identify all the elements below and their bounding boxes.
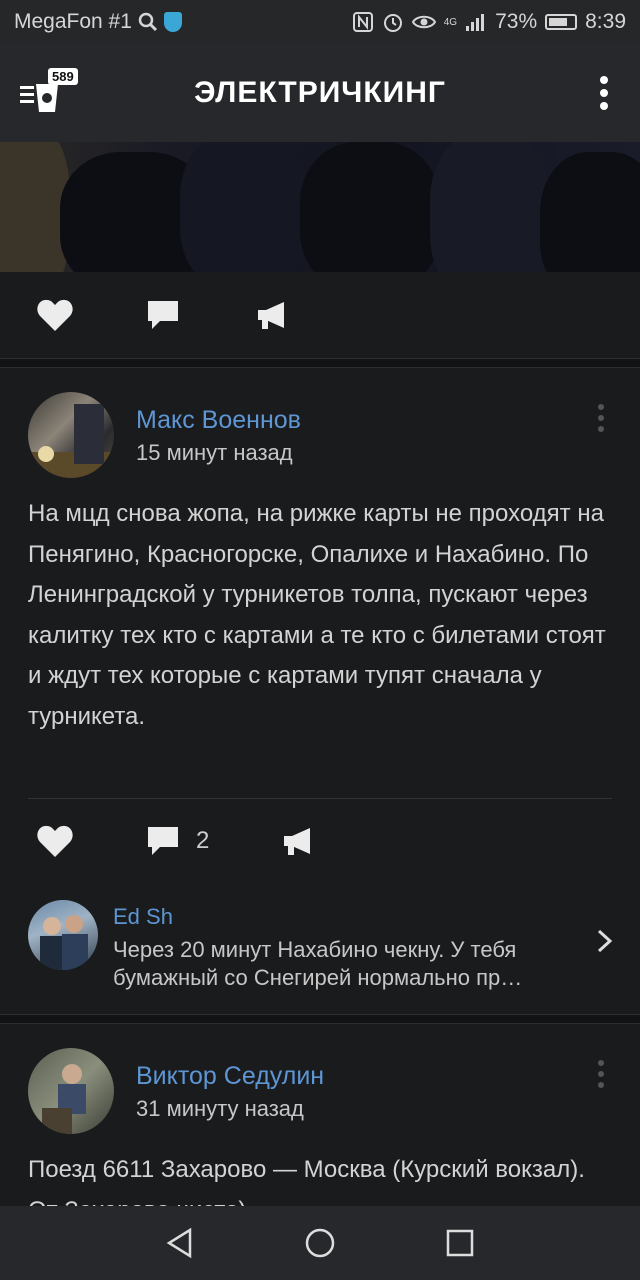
alarm-icon: [383, 14, 402, 32]
comment-button[interactable]: [146, 299, 256, 331]
system-nav-bar: [0, 1206, 640, 1280]
battery-label: 73%: [495, 10, 538, 33]
page-title: ЭЛЕКТРИЧКИНГ: [194, 76, 446, 109]
avatar[interactable]: [28, 1048, 114, 1134]
author-name[interactable]: Виктор Седулин: [136, 1062, 324, 1091]
app-bar: 589 ЭЛЕКТРИЧКИНГ: [0, 44, 640, 142]
post-time: 31 минуту назад: [136, 1096, 304, 1121]
comment-icon: [148, 301, 178, 329]
post-divider: [0, 1014, 640, 1024]
repost-button[interactable]: [282, 826, 392, 856]
back-icon[interactable]: [165, 1227, 195, 1259]
home-icon[interactable]: [304, 1227, 336, 1259]
comment-avatar[interactable]: [28, 900, 98, 970]
status-bar: MegaFon #1 4G 73% 8:39: [0, 0, 640, 44]
post-time: 15 минут назад: [136, 440, 293, 465]
avatar[interactable]: [28, 392, 114, 478]
post-actions: 2: [0, 798, 640, 884]
clock-label: 8:39: [585, 10, 626, 33]
post-text: На мцд снова жопа, на рижке карты не про…: [28, 500, 606, 730]
comment-text: Через 20 минут Нахабино чекну. У тебя бу…: [113, 937, 523, 990]
recents-icon[interactable]: [445, 1228, 475, 1258]
nfc-icon: [352, 12, 373, 32]
signal-icon: [466, 14, 485, 31]
author-name[interactable]: Макс Военнов: [136, 406, 301, 435]
menu-button[interactable]: 589: [18, 68, 80, 116]
megaphone-icon: [284, 828, 310, 855]
post-divider: [0, 358, 640, 368]
eye-icon: [411, 15, 436, 29]
notification-badge: 589: [48, 68, 78, 85]
search-icon: [138, 12, 157, 32]
post-menu-icon[interactable]: [598, 404, 606, 432]
comment-button[interactable]: 2: [146, 825, 282, 857]
more-options-icon[interactable]: [600, 76, 610, 110]
battery-icon: [545, 14, 578, 30]
comment-author[interactable]: Ed Sh: [113, 904, 173, 930]
chevron-right-icon[interactable]: [596, 928, 614, 962]
like-button[interactable]: [36, 824, 146, 858]
heart-icon: [37, 825, 73, 857]
post-actions: [0, 272, 640, 358]
comment-icon: [148, 827, 178, 855]
like-button[interactable]: [36, 298, 146, 332]
repost-button[interactable]: [256, 300, 366, 330]
post-menu-icon[interactable]: [598, 1060, 606, 1088]
carrier-label: MegaFon #1: [14, 10, 132, 33]
post-photo[interactable]: [0, 142, 640, 272]
network-label: 4G: [443, 16, 458, 28]
shield-icon: [163, 12, 182, 32]
megaphone-icon: [258, 302, 284, 329]
comment-count: 2: [196, 827, 210, 854]
heart-icon: [37, 299, 73, 331]
